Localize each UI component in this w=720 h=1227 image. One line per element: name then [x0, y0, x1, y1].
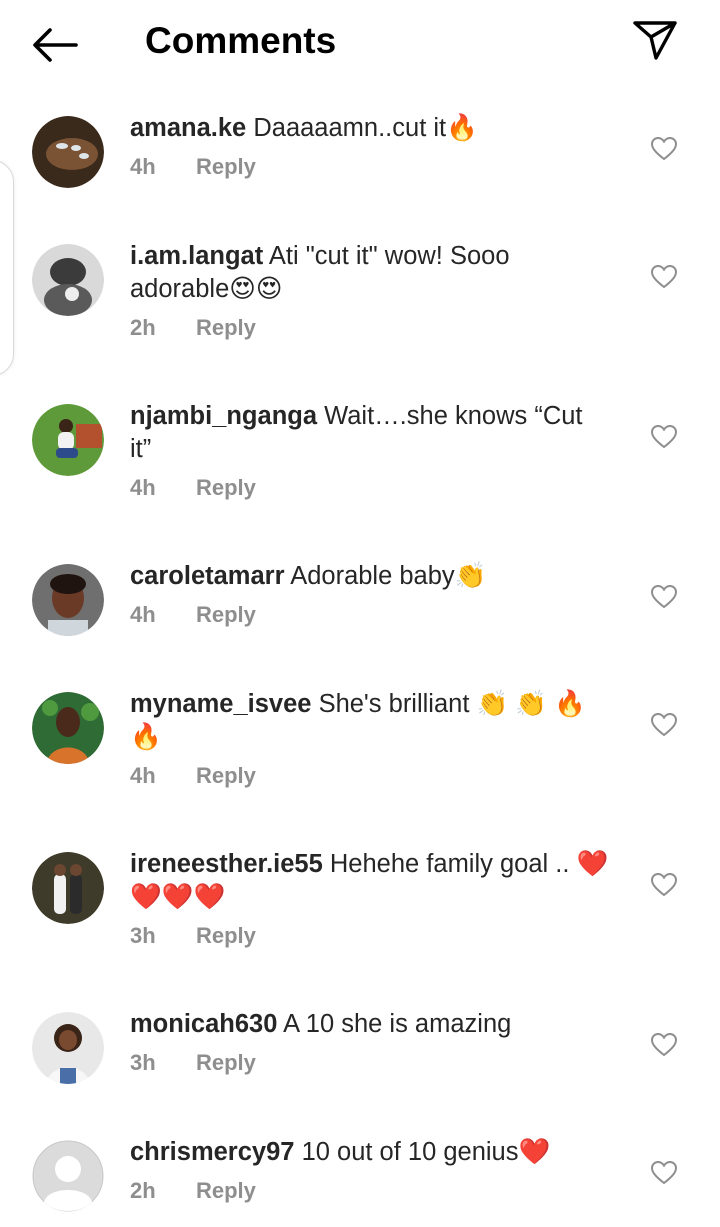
comment-username[interactable]: caroletamarr — [130, 562, 285, 590]
avatar[interactable] — [32, 1012, 104, 1084]
comment-username[interactable]: monicah630 — [130, 1010, 277, 1038]
comment-username[interactable]: njambi_nganga — [130, 402, 317, 430]
page-title: Comments — [145, 20, 337, 61]
comment-body: chrismercy97 10 out of 10 genius❤️ 2h Rep… — [130, 1136, 610, 1208]
comment-body: ireneesther.ie55 Hehehe family goal .. ❤… — [130, 848, 610, 953]
avatar[interactable] — [32, 116, 104, 188]
avatar[interactable] — [32, 692, 104, 764]
comment-body: caroletamarr Adorable baby👏 4h Reply — [130, 560, 610, 632]
comment-username[interactable]: myname_isvee — [130, 690, 311, 718]
reply-button[interactable]: Reply — [196, 1178, 256, 1204]
like-button[interactable] — [650, 424, 678, 450]
comment-text: Adorable baby👏 — [290, 562, 487, 590]
heart-outline-icon — [650, 136, 678, 161]
comment-time: 4h — [130, 763, 156, 788]
heart-outline-icon — [650, 712, 678, 737]
comment-text: A 10 she is amazing — [283, 1010, 512, 1038]
avatar[interactable] — [32, 1140, 104, 1212]
avatar[interactable] — [32, 404, 104, 476]
comments-screen: Comments amana.ke Daaaaamn..cut it🔥 4h Re… — [0, 0, 720, 1227]
comment-body: njambi_nganga Wait….she knows “Cut it” 4… — [130, 400, 610, 505]
like-button[interactable] — [650, 712, 678, 738]
heart-outline-icon — [650, 424, 678, 449]
comment-time: 3h — [130, 923, 156, 948]
default-avatar-icon — [32, 1140, 104, 1212]
comment-time: 2h — [130, 1178, 156, 1203]
arrow-left-icon — [33, 28, 78, 62]
reply-button[interactable]: Reply — [196, 923, 256, 949]
reply-button[interactable]: Reply — [196, 602, 256, 628]
header-bar: Comments — [0, 0, 720, 92]
heart-outline-icon — [650, 1032, 678, 1057]
like-button[interactable] — [650, 264, 678, 290]
comment-username[interactable]: i.am.langat — [130, 242, 263, 270]
reply-button[interactable]: Reply — [196, 154, 256, 180]
reply-button[interactable]: Reply — [196, 1050, 256, 1076]
comment-username[interactable]: chrismercy97 — [130, 1138, 294, 1166]
heart-outline-icon — [650, 584, 678, 609]
like-button[interactable] — [650, 1160, 678, 1186]
comment-body: myname_isvee She's brilliant 👏 👏 🔥 🔥 4h R… — [130, 688, 610, 793]
comment-text: 10 out of 10 genius❤️ — [301, 1138, 551, 1166]
like-button[interactable] — [650, 584, 678, 610]
avatar[interactable] — [32, 852, 104, 924]
comment-time: 3h — [130, 1050, 156, 1075]
like-button[interactable] — [650, 872, 678, 898]
reply-button[interactable]: Reply — [196, 475, 256, 501]
avatar[interactable] — [32, 564, 104, 636]
heart-outline-icon — [650, 264, 678, 289]
comment-username[interactable]: ireneesther.ie55 — [130, 850, 323, 878]
comment-text: Daaaaamn..cut it🔥 — [253, 114, 478, 142]
like-button[interactable] — [650, 136, 678, 162]
share-button[interactable] — [630, 18, 680, 64]
comment-body: monicah630 A 10 she is amazing 3h Reply — [130, 1008, 610, 1080]
comment-username[interactable]: amana.ke — [130, 114, 246, 142]
reply-button[interactable]: Reply — [196, 315, 256, 341]
avatar[interactable] — [32, 244, 104, 316]
comment-time: 4h — [130, 475, 156, 500]
heart-outline-icon — [650, 872, 678, 897]
comment-body: i.am.langat Ati "cut it" wow! Sooo adora… — [130, 240, 610, 345]
reply-button[interactable]: Reply — [196, 763, 256, 789]
back-button[interactable] — [28, 22, 84, 68]
comment-time: 4h — [130, 154, 156, 179]
paper-plane-icon — [633, 21, 677, 60]
side-panel-edge[interactable] — [0, 160, 14, 376]
heart-outline-icon — [650, 1160, 678, 1185]
comment-body: amana.ke Daaaaamn..cut it🔥 4h Reply — [130, 112, 610, 184]
like-button[interactable] — [650, 1032, 678, 1058]
comment-time: 4h — [130, 602, 156, 627]
comment-time: 2h — [130, 315, 156, 340]
